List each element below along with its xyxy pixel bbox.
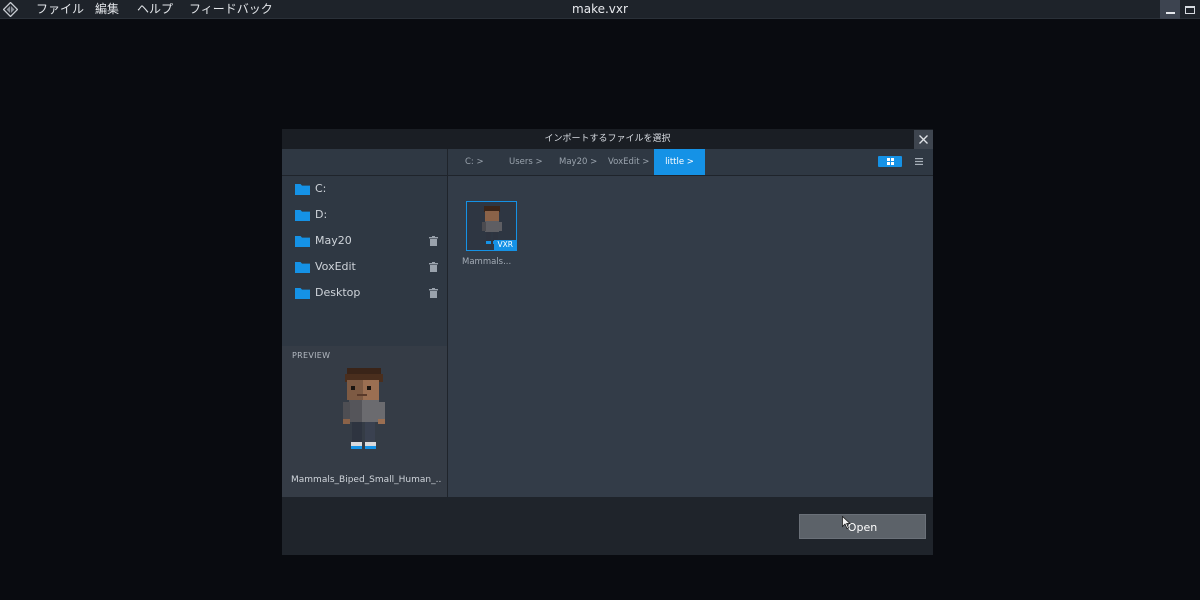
breadcrumb-little[interactable]: little > bbox=[654, 149, 705, 175]
breadcrumb-c-drive[interactable]: C: > bbox=[465, 149, 484, 175]
open-button[interactable]: Open bbox=[799, 514, 926, 539]
folder-icon bbox=[295, 184, 310, 195]
trash-icon[interactable] bbox=[429, 288, 438, 298]
breadcrumb-voxedit[interactable]: VoxEdit > bbox=[608, 149, 649, 175]
breadcrumb: C: > Users > May20 > VoxEdit > little > bbox=[448, 149, 933, 175]
menu-feedback[interactable]: フィードバック bbox=[189, 0, 273, 19]
trash-icon[interactable] bbox=[429, 236, 438, 246]
menu-file[interactable]: ファイル bbox=[36, 0, 84, 19]
menu-edit[interactable]: 編集 bbox=[95, 0, 119, 19]
preview-file-name: Mammals_Biped_Small_Human_... bbox=[291, 475, 441, 485]
menu-bar: ファイル 編集 ヘルプ フィードバック make.vxr bbox=[0, 0, 1200, 19]
folder-icon bbox=[295, 210, 310, 221]
file-tile[interactable]: VXR bbox=[466, 201, 517, 251]
grid-icon bbox=[886, 158, 894, 165]
sidebar-item-d-drive[interactable]: D: bbox=[282, 202, 447, 228]
sidebar-header bbox=[282, 149, 447, 175]
preview-panel: PREVIEW Mammals_Biped_Small_Human_... bbox=[282, 346, 447, 497]
folder-icon bbox=[295, 262, 310, 273]
dialog-title: インポートするファイルを選択 bbox=[544, 134, 671, 144]
menu-help[interactable]: ヘルプ bbox=[137, 0, 173, 19]
maximize-button[interactable] bbox=[1180, 0, 1200, 19]
import-file-dialog: インポートするファイルを選択 C: > Users > May20 > VoxE… bbox=[282, 129, 933, 555]
breadcrumb-users[interactable]: Users > bbox=[509, 149, 543, 175]
sidebar-item-voxedit[interactable]: VoxEdit bbox=[282, 254, 447, 280]
sidebar-item-label: Desktop bbox=[315, 286, 361, 299]
minimize-button[interactable] bbox=[1160, 0, 1180, 19]
sidebar-item-label: C: bbox=[315, 182, 327, 195]
file-type-badge: VXR bbox=[493, 240, 516, 250]
minimize-icon bbox=[1165, 12, 1175, 14]
sidebar-item-c-drive[interactable]: C: bbox=[282, 176, 447, 202]
sidebar-item-label: May20 bbox=[315, 234, 352, 247]
file-name-label: Mammals... bbox=[462, 257, 512, 267]
file-browser-area: VXR Mammals... bbox=[448, 176, 933, 497]
window-title: make.vxr bbox=[572, 2, 628, 16]
sidebar-item-may20[interactable]: May20 bbox=[282, 228, 447, 254]
character-model-preview bbox=[343, 368, 385, 449]
mouse-cursor-icon bbox=[842, 516, 851, 529]
list-icon bbox=[915, 158, 923, 165]
close-button[interactable] bbox=[914, 130, 933, 149]
sidebar: C: D: May20 VoxEdit Desktop bbox=[282, 176, 447, 346]
list-view-button[interactable] bbox=[913, 156, 925, 167]
preview-label: PREVIEW bbox=[292, 351, 331, 360]
maximize-icon bbox=[1185, 5, 1195, 14]
sidebar-item-desktop[interactable]: Desktop bbox=[282, 280, 447, 306]
sidebar-item-label: VoxEdit bbox=[315, 260, 356, 273]
dialog-titlebar: インポートするファイルを選択 bbox=[282, 129, 933, 149]
dialog-footer: Open bbox=[282, 498, 933, 555]
folder-icon bbox=[295, 288, 310, 299]
folder-icon bbox=[295, 236, 310, 247]
grid-view-button[interactable] bbox=[878, 156, 902, 167]
breadcrumb-may20[interactable]: May20 > bbox=[559, 149, 597, 175]
voxedit-logo-icon[interactable] bbox=[3, 2, 18, 17]
close-icon bbox=[919, 135, 928, 144]
trash-icon[interactable] bbox=[429, 262, 438, 272]
file-thumbnail bbox=[482, 206, 502, 244]
sidebar-item-label: D: bbox=[315, 208, 328, 221]
